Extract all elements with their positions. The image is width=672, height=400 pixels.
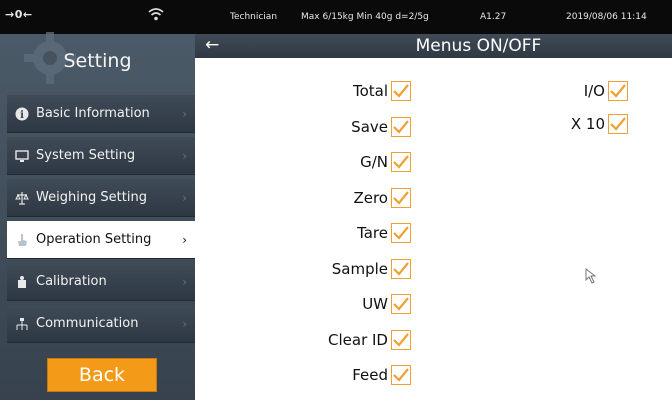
checkmark-icon (393, 119, 409, 134)
sidebar-item-calibration[interactable]: Calibration › (7, 263, 195, 301)
monitor-icon (15, 149, 29, 163)
sidebar-item-label: Weighing Setting (36, 190, 147, 205)
option-label: G/N (360, 153, 388, 171)
firmware-version: A1.27 (480, 12, 507, 22)
option-save[interactable]: Save (351, 114, 411, 140)
chevron-right-icon: › (182, 190, 187, 205)
checkmark-icon (393, 297, 409, 311)
chevron-right-icon: › (182, 316, 187, 331)
option-tare[interactable]: Tare (357, 220, 411, 246)
sidebar: Setting (0, 32, 195, 400)
page-header: ← Menus ON/OFF (195, 34, 672, 58)
option-zero[interactable]: Zero (353, 185, 411, 211)
checkmark-icon (393, 155, 409, 169)
info-icon: i (15, 107, 29, 121)
sidebar-item-weighing-setting[interactable]: Weighing Setting › (7, 179, 195, 217)
option-label: Clear ID (328, 330, 388, 349)
option-feed[interactable]: Feed (352, 362, 411, 388)
checkmark-icon (393, 190, 409, 205)
svg-text:i: i (20, 110, 24, 121)
sidebar-item-communication[interactable]: Communication › (7, 305, 195, 343)
option-label: Save (351, 117, 388, 136)
checkbox[interactable] (391, 294, 411, 314)
sidebar-item-system-setting[interactable]: System Setting › (7, 137, 195, 175)
sidebar-title: Setting (63, 50, 132, 72)
option-label: Zero (353, 188, 388, 207)
option-i-o[interactable]: I/O (584, 78, 628, 104)
checkmark-icon (393, 368, 409, 382)
checkmark-icon (610, 117, 626, 131)
checkmark-icon (393, 226, 409, 240)
checkbox[interactable] (608, 114, 628, 134)
wifi-icon (147, 6, 165, 25)
sidebar-item-operation-setting[interactable]: Operation Setting › (7, 221, 195, 259)
back-button[interactable]: Back (47, 358, 157, 392)
hand-icon (15, 233, 29, 247)
sidebar-item-label: System Setting (36, 148, 136, 163)
checkbox[interactable] (391, 365, 411, 385)
sidebar-item-label: Basic Information (36, 106, 150, 121)
checkbox[interactable] (391, 81, 411, 101)
option-clear-id[interactable]: Clear ID (328, 327, 411, 353)
checkmark-icon (610, 84, 626, 98)
weight-icon (15, 275, 29, 289)
sidebar-item-basic-information[interactable]: i Basic Information › (7, 95, 195, 133)
checkmark-icon (393, 84, 409, 98)
option-label: UW (362, 295, 388, 313)
option-label: Sample (331, 259, 388, 278)
user-role: Technician (230, 12, 278, 22)
chevron-right-icon: › (182, 274, 187, 289)
option-label: X 10 (570, 115, 605, 133)
option-x-10[interactable]: X 10 (571, 111, 628, 137)
option-label: Tare (357, 224, 388, 242)
chevron-right-icon: › (182, 148, 187, 163)
sidebar-item-label: Operation Setting (36, 232, 152, 247)
sidebar-item-label: Communication (36, 316, 139, 331)
option-sample[interactable]: Sample (332, 256, 411, 282)
option-uw[interactable]: UW (362, 291, 411, 317)
checkbox[interactable] (391, 258, 411, 279)
checkbox[interactable] (391, 152, 411, 172)
checkbox[interactable] (391, 116, 411, 137)
checkbox[interactable] (391, 187, 411, 208)
checkbox[interactable] (391, 329, 411, 350)
chevron-right-icon: › (182, 232, 187, 247)
chevron-right-icon: › (182, 106, 187, 121)
option-label: Total (352, 82, 388, 100)
cursor-icon (585, 268, 597, 284)
checkmark-icon (393, 261, 409, 276)
scale-icon (15, 191, 29, 205)
checkbox[interactable] (391, 223, 411, 243)
option-label: I/O (583, 82, 605, 100)
status-bar: →0← Technician Max 6/15kg Min 40g d=2/5g… (0, 0, 672, 34)
datetime: 2019/08/06 11:14 (566, 12, 647, 22)
scale-capacity: Max 6/15kg Min 40g d=2/5g (301, 12, 429, 22)
sidebar-item-label: Calibration (36, 274, 107, 289)
option-g-n[interactable]: G/N (360, 149, 411, 175)
page-title: Menus ON/OFF (415, 36, 542, 56)
network-icon (15, 317, 29, 331)
checkbox[interactable] (608, 81, 628, 101)
checkmark-icon (393, 332, 409, 347)
zero-indicator: →0← (5, 8, 33, 21)
option-label: Feed (352, 366, 388, 384)
option-total[interactable]: Total (353, 78, 411, 104)
